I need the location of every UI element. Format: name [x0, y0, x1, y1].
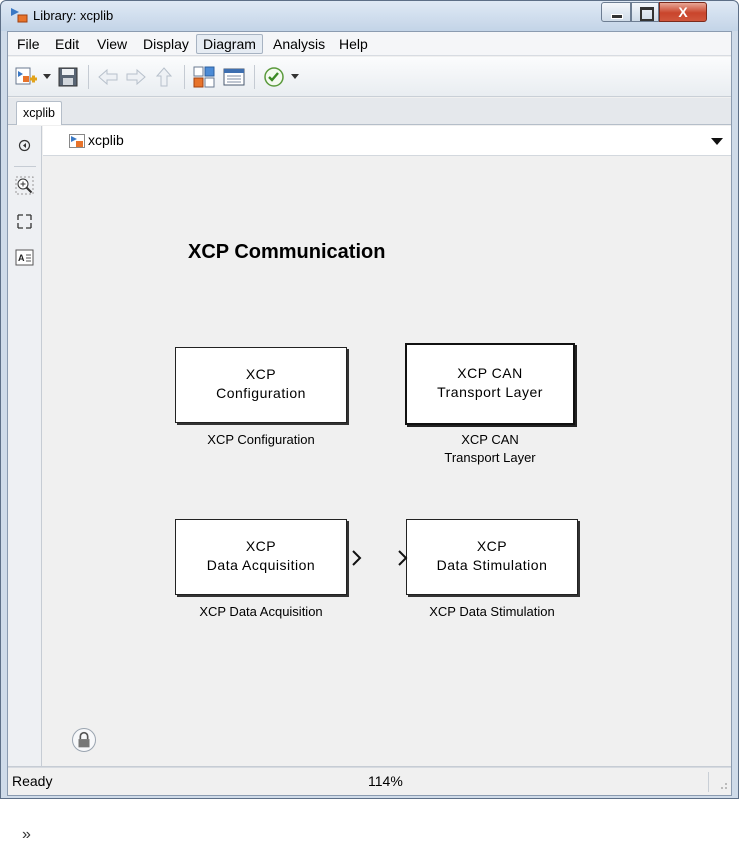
block-caption-line1: XCP CAN — [461, 432, 519, 447]
maximize-button[interactable] — [631, 2, 659, 22]
model-explorer-icon[interactable] — [222, 65, 246, 89]
address-dropdown-icon[interactable] — [711, 138, 723, 145]
zoom-in-icon[interactable] — [15, 176, 34, 195]
resize-grip-icon[interactable] — [718, 780, 728, 790]
menu-view[interactable]: View — [90, 34, 134, 54]
block-label-line1: XCP — [245, 366, 277, 382]
diagram-canvas[interactable]: XCP Communication XCP Configuration XCP … — [43, 157, 731, 766]
toolbar-separator — [184, 65, 185, 89]
toolbar-separator — [254, 65, 255, 89]
menu-help[interactable]: Help — [332, 34, 375, 54]
status-text: Ready — [12, 773, 53, 789]
zoom-level: 114% — [368, 773, 403, 789]
new-model-dropdown-icon[interactable] — [43, 74, 51, 79]
simulink-library-icon — [11, 8, 28, 23]
status-bar: Ready 114% — [8, 767, 731, 795]
back-arrow-icon[interactable] — [96, 65, 120, 89]
close-icon: X — [678, 4, 688, 20]
block-label-line1: XCP — [245, 538, 277, 554]
block-xcp-data-acquisition[interactable]: XCP Data Acquisition — [175, 519, 347, 595]
tab-strip: xcplib — [8, 98, 731, 125]
toolbar — [8, 57, 731, 97]
new-model-icon[interactable] — [14, 65, 38, 89]
block-xcp-can-transport-layer[interactable]: XCP CAN Transport Layer — [405, 343, 575, 425]
block-xcp-data-stimulation[interactable]: XCP Data Stimulation — [406, 519, 578, 595]
menu-file[interactable]: File — [10, 34, 47, 54]
window-title: Library: xcplib — [33, 8, 114, 23]
block-caption-line1: XCP Data Acquisition — [199, 604, 323, 619]
block-caption-line1: XCP Data Stimulation — [429, 604, 555, 619]
menu-display[interactable]: Display — [136, 34, 196, 54]
title-bar[interactable]: Library: xcplib X — [1, 1, 738, 31]
block-caption: XCP Configuration — [161, 431, 361, 449]
save-icon[interactable] — [56, 65, 80, 89]
simulink-library-icon — [69, 134, 85, 148]
block-xcp-configuration[interactable]: XCP Configuration — [175, 347, 347, 423]
status-divider — [708, 772, 709, 792]
block-label-line2: Data Stimulation — [436, 557, 548, 573]
left-palette: A » — [8, 126, 42, 843]
svg-text:A: A — [18, 253, 25, 263]
block-label-line2: Data Acquisition — [206, 557, 316, 573]
block-caption-line1: XCP Configuration — [207, 432, 315, 447]
block-label-line2: Configuration — [216, 385, 306, 401]
menu-diagram[interactable]: Diagram — [196, 34, 263, 54]
forward-arrow-icon[interactable] — [124, 65, 148, 89]
address-bar[interactable]: xcplib — [43, 126, 731, 156]
tab-xcplib[interactable]: xcplib — [16, 101, 62, 125]
check-dropdown-icon[interactable] — [291, 74, 299, 79]
palette-separator — [14, 166, 36, 167]
expand-palette-icon[interactable]: » — [22, 826, 31, 844]
client-area: File Edit View Display Diagram Analysis … — [7, 31, 732, 843]
block-caption: XCP Data Stimulation — [392, 603, 592, 621]
menu-edit[interactable]: Edit — [48, 34, 86, 54]
up-arrow-icon[interactable] — [152, 65, 176, 89]
annotation-icon[interactable]: A — [15, 248, 34, 267]
block-label-line1: XCP — [476, 538, 508, 554]
toolbar-separator — [88, 65, 89, 89]
address-path: xcplib — [88, 132, 124, 148]
check-icon[interactable] — [262, 65, 286, 89]
diagram-title: XCP Communication — [188, 241, 386, 263]
menu-analysis[interactable]: Analysis — [266, 34, 332, 54]
minimize-button[interactable] — [601, 2, 631, 22]
library-browser-icon[interactable] — [192, 65, 216, 89]
block-caption: XCP CAN Transport Layer — [390, 431, 590, 467]
block-caption: XCP Data Acquisition — [161, 603, 361, 621]
output-port-icon[interactable] — [351, 549, 363, 567]
hide-browser-icon[interactable] — [15, 136, 34, 155]
lock-icon[interactable] — [72, 728, 96, 752]
close-button[interactable]: X — [659, 2, 707, 22]
input-port-icon[interactable] — [397, 549, 409, 567]
block-label-line2: Transport Layer — [437, 384, 543, 400]
fit-to-view-icon[interactable] — [15, 212, 34, 231]
app-window: Library: xcplib X File Edit View Display… — [0, 0, 739, 843]
menu-bar: File Edit View Display Diagram Analysis … — [8, 32, 731, 56]
block-label-line1: XCP CAN — [457, 365, 523, 381]
block-caption-line2: Transport Layer — [444, 450, 536, 465]
